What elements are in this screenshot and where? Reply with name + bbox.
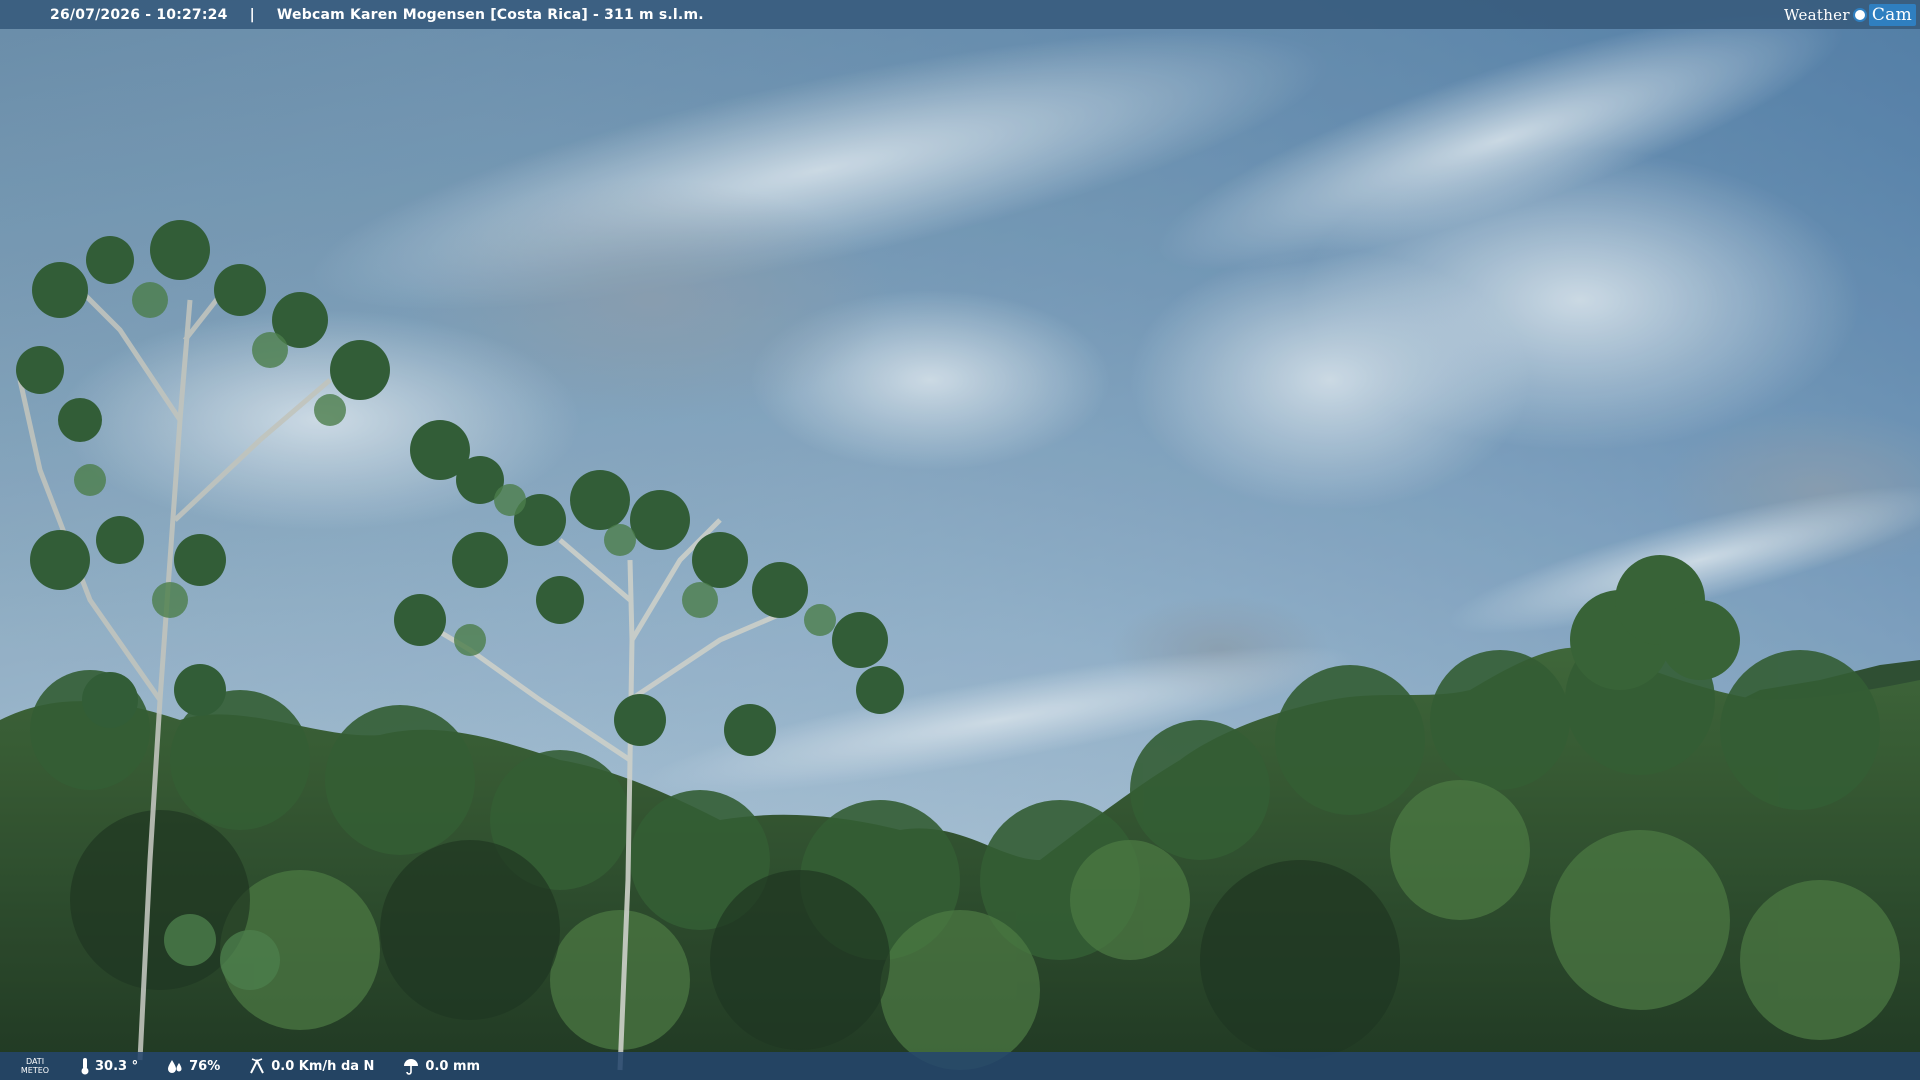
webcam-header-bar: 26/07/2026 - 10:27:24 | Webcam Karen Mog…: [0, 0, 1920, 29]
camera-title: Webcam Karen Mogensen [Costa Rica] - 311…: [276, 6, 704, 23]
weather-data-bar: DATI METEO 30.3 ° 76% 0.0 Km/h da N 0.0 …: [0, 1052, 1920, 1080]
humidity-drops-icon: [168, 1060, 182, 1073]
weather-data-label: DATI METEO: [12, 1057, 58, 1075]
capture-datetime: 26/07/2026 - 10:27:24: [50, 6, 228, 23]
webcam-frame: 26/07/2026 - 10:27:24 | Webcam Karen Mog…: [0, 0, 1920, 1080]
humidity-value: 76%: [189, 1058, 221, 1074]
header-separator: |: [249, 6, 255, 23]
rain-reading: 0.0 mm: [402, 1057, 480, 1075]
wind-reading: 0.0 Km/h da N: [248, 1057, 374, 1075]
weather-data-label-line1: DATI: [25, 1057, 45, 1066]
wind-value: 0.0 Km/h da N: [271, 1058, 375, 1074]
thermometer-icon: [81, 1058, 89, 1075]
temperature-reading: 30.3 °: [80, 1057, 138, 1075]
logo-weather-text: Weather: [1783, 5, 1850, 24]
temperature-value: 30.3 °: [95, 1058, 139, 1074]
logo-cam-text: Cam: [1868, 3, 1916, 26]
weather-data-label-line2: METEO: [20, 1066, 50, 1075]
rain-value: 0.0 mm: [425, 1058, 481, 1074]
humidity-reading: 76%: [166, 1058, 220, 1074]
weathercam-logo[interactable]: Weather Cam: [1784, 3, 1916, 26]
rain-umbrella-icon: [404, 1059, 419, 1075]
wind-icon: [250, 1058, 265, 1074]
webcam-image: [0, 0, 1920, 1080]
logo-globe-icon: [1852, 7, 1867, 22]
